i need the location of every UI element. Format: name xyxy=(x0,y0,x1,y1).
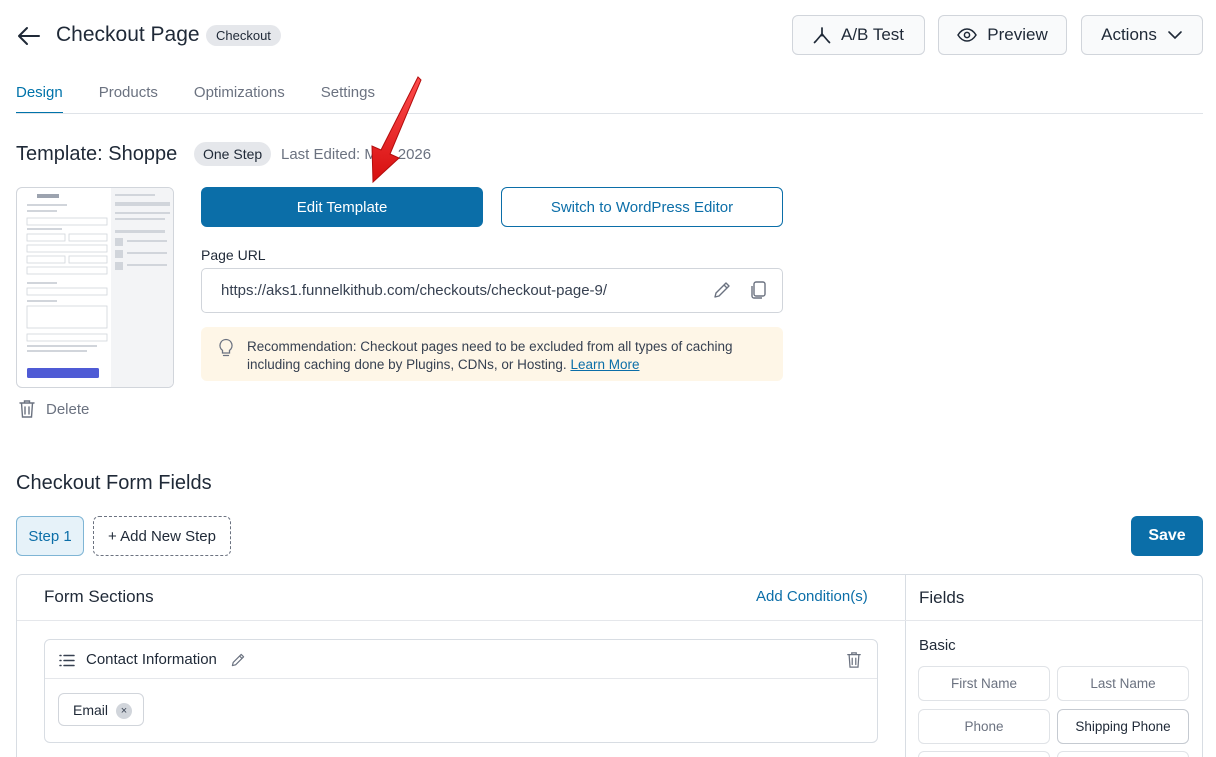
edit-template-button[interactable]: Edit Template xyxy=(201,187,483,227)
delete-label: Delete xyxy=(46,400,90,418)
tab-design[interactable]: Design xyxy=(16,84,63,114)
section-name: Contact Information xyxy=(86,651,217,668)
field-last-name[interactable]: Last Name xyxy=(1057,666,1189,701)
page-url-field[interactable]: https://aks1.funnelkithub.com/checkouts/… xyxy=(201,268,783,313)
panel-header-divider xyxy=(17,620,1202,621)
basic-fields-label: Basic xyxy=(919,637,956,654)
preview-button[interactable]: Preview xyxy=(938,15,1067,55)
tab-divider xyxy=(16,113,1203,114)
step-1-tab[interactable]: Step 1 xyxy=(16,516,84,556)
panel-column-divider xyxy=(905,575,906,757)
switch-wordpress-editor-button[interactable]: Switch to WordPress Editor xyxy=(501,187,783,227)
tab-products[interactable]: Products xyxy=(99,84,158,114)
ab-test-button[interactable]: A/B Test xyxy=(792,15,925,55)
delete-template-button[interactable]: Delete xyxy=(18,399,89,419)
page-title: Checkout Page xyxy=(56,23,200,46)
arrow-left-icon xyxy=(18,27,40,45)
field-more-1[interactable] xyxy=(918,751,1050,757)
fields-title: Fields xyxy=(919,588,965,607)
actions-dropdown[interactable]: Actions xyxy=(1081,15,1203,55)
template-title: Template: Shoppe xyxy=(16,143,178,165)
lightbulb-icon xyxy=(219,338,233,357)
field-more-2[interactable] xyxy=(1057,751,1189,757)
recommendation-line-1: Recommendation: Checkout pages need to b… xyxy=(247,339,733,354)
tab-bar: Design Products Optimizations Settings xyxy=(16,84,375,114)
tab-optimizations[interactable]: Optimizations xyxy=(194,84,285,114)
recommendation-line-2: including caching done by Plugins, CDNs,… xyxy=(247,357,567,372)
page-type-badge: Checkout xyxy=(206,25,281,46)
section-header-divider xyxy=(45,678,877,679)
drag-list-icon[interactable] xyxy=(59,654,75,667)
template-preview-image xyxy=(26,188,173,387)
copy-icon[interactable] xyxy=(748,280,768,300)
learn-more-link[interactable]: Learn More xyxy=(570,357,639,372)
add-new-step-button[interactable]: + Add New Step xyxy=(93,516,231,556)
email-chip-label: Email xyxy=(73,701,109,718)
form-sections-title: Form Sections xyxy=(44,587,154,606)
save-button[interactable]: Save xyxy=(1131,516,1203,556)
remove-chip-icon[interactable]: × xyxy=(116,703,132,719)
pencil-icon[interactable] xyxy=(712,280,732,300)
field-shipping-phone[interactable]: Shipping Phone xyxy=(1057,709,1189,744)
field-first-name[interactable]: First Name xyxy=(918,666,1050,701)
template-step-badge: One Step xyxy=(194,142,272,166)
caching-recommendation: Recommendation: Checkout pages need to b… xyxy=(201,327,783,381)
page-url-value: https://aks1.funnelkithub.com/checkouts/… xyxy=(221,282,608,299)
split-icon xyxy=(813,27,831,44)
annotation-arrow-icon xyxy=(371,76,422,184)
page-url-label: Page URL xyxy=(201,247,266,263)
add-conditions-link[interactable]: Add Condition(s) xyxy=(756,588,868,605)
template-thumbnail[interactable] xyxy=(16,187,174,388)
actions-label: Actions xyxy=(1101,25,1157,44)
delete-section-trash-icon[interactable] xyxy=(846,651,862,669)
eye-icon xyxy=(957,28,978,42)
ab-test-label: A/B Test xyxy=(841,25,904,44)
chevron-down-icon xyxy=(1168,31,1182,40)
checkout-form-fields-title: Checkout Form Fields xyxy=(16,472,212,494)
preview-label: Preview xyxy=(987,25,1048,44)
back-button[interactable] xyxy=(14,22,44,50)
field-phone[interactable]: Phone xyxy=(918,709,1050,744)
edit-section-pencil-icon[interactable] xyxy=(230,652,246,668)
email-field-chip[interactable]: Email × xyxy=(58,693,144,726)
trash-icon xyxy=(19,400,35,418)
